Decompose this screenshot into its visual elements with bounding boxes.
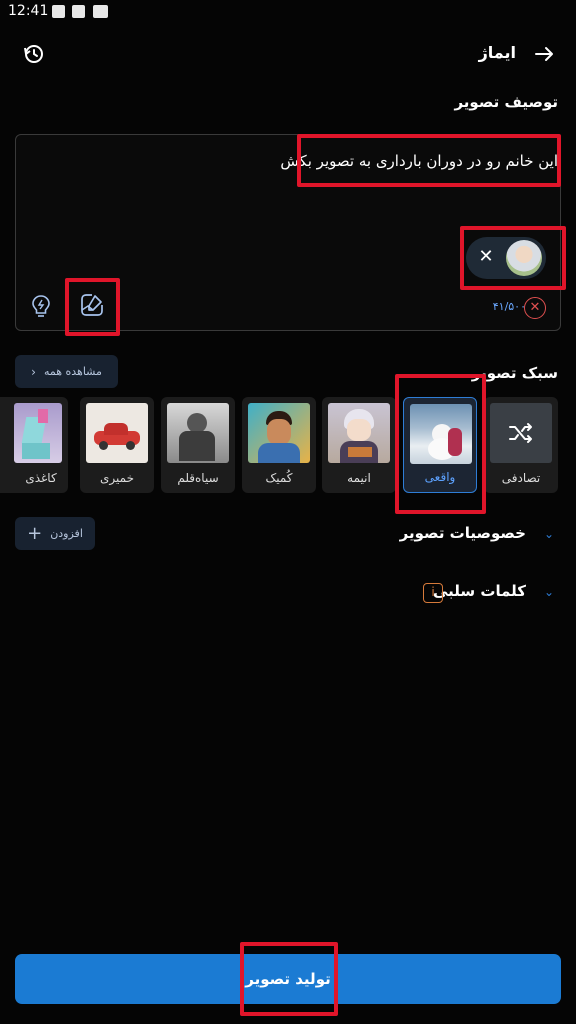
chevron-left-icon: ‹ [31,364,36,379]
plus-icon: + [27,522,43,544]
highlight-box [65,278,120,336]
highlight-box [395,374,486,514]
add-label: افزودن [50,527,83,540]
style-card-comic[interactable]: کُمیک [242,397,316,493]
clear-prompt-button[interactable]: ✕ [524,297,546,319]
arrow-right-icon [535,47,553,61]
style-thumbnail [86,403,148,463]
style-card-random[interactable]: تصادفی [484,397,558,493]
style-card-label: خمیری [100,471,134,485]
negative-words-label[interactable]: کلمات سلبی [433,582,526,600]
style-card-pencil[interactable]: سیاه‌قلم [161,397,235,493]
style-card-label: تصادفی [501,471,541,485]
history-button[interactable] [18,38,50,70]
style-thumbnail [14,403,62,463]
info-icon[interactable]: i [423,583,443,603]
style-thumbnail [328,403,390,463]
status-time: 12:41 [8,3,49,19]
chevron-down-icon[interactable]: ⌄ [544,527,554,541]
highlight-box [240,942,338,1016]
char-counter: ۴۱/۵۰۰ [492,300,526,313]
style-card-clay[interactable]: خمیری [80,397,154,493]
features-section-label[interactable]: خصوصیات تصویر [400,524,526,542]
add-feature-button[interactable]: افزودن + [15,517,95,550]
style-card-paper[interactable]: کاغذی [0,397,68,493]
style-thumbnail [248,403,310,463]
folder-notification-icon [93,5,108,18]
image-notification-icon [52,5,65,18]
lightbulb-icon [32,295,50,317]
see-all-label: مشاهده همه [43,365,102,378]
prompt-section-label: توصیف تصویر [454,93,558,111]
highlight-box [460,226,566,290]
app-notification-icon [72,5,85,18]
style-card-label: کاغذی [25,471,57,485]
chevron-down-icon[interactable]: ⌄ [544,585,554,599]
style-card-label: انیمه [347,471,371,485]
style-card-label: کُمیک [265,471,293,485]
page-title: ایماژ [478,43,516,62]
style-card-label: سیاه‌قلم [177,471,219,485]
idea-button[interactable] [28,293,54,319]
highlight-box [297,134,561,187]
style-card-anime[interactable]: انیمه [322,397,396,493]
see-all-styles-button[interactable]: مشاهده همه ‹ [15,355,118,388]
style-thumbnail [167,403,229,463]
shuffle-icon [490,403,552,463]
history-icon [24,45,43,63]
back-button[interactable] [528,38,560,70]
